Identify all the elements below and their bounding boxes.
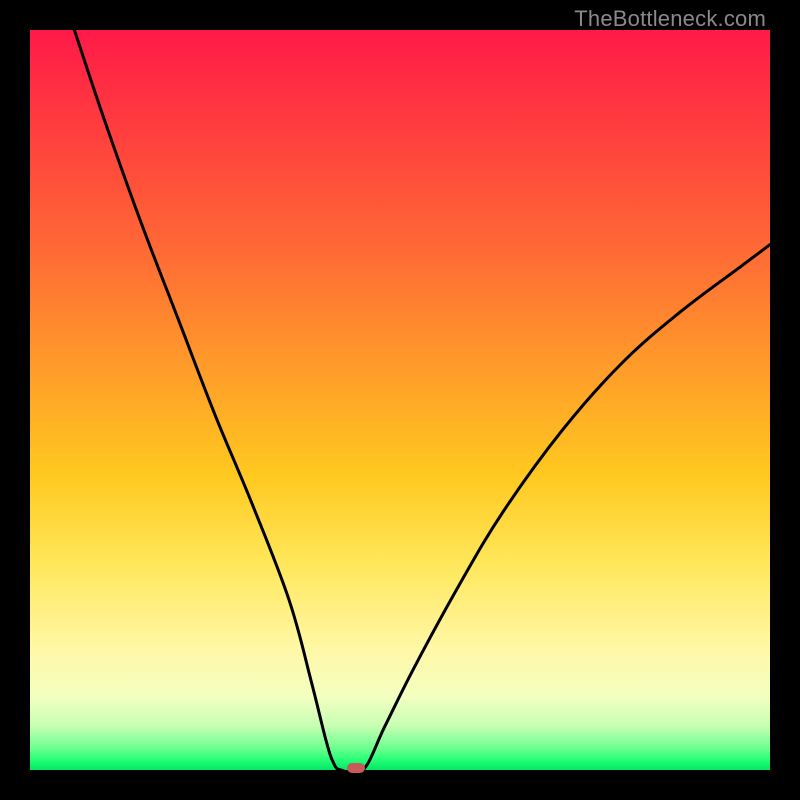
bottleneck-curve [30,30,770,770]
plot-area [30,30,770,770]
chart-frame: TheBottleneck.com [0,0,800,800]
watermark-text: TheBottleneck.com [574,6,766,32]
optimum-marker [347,763,365,773]
